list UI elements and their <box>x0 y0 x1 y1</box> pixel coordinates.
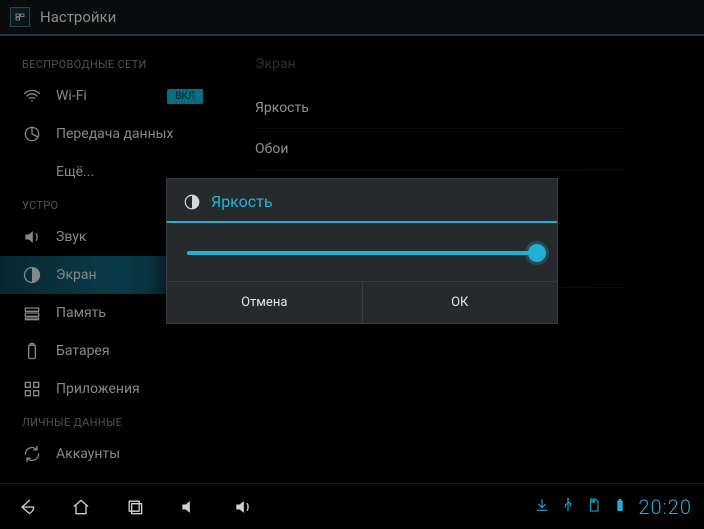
brightness-icon <box>183 193 201 211</box>
slider-thumb[interactable] <box>528 244 546 262</box>
brightness-slider[interactable] <box>187 251 537 255</box>
back-button[interactable] <box>0 484 54 529</box>
system-navbar: 20:20 <box>0 483 704 529</box>
download-icon <box>534 497 550 517</box>
dialog-body <box>167 223 557 281</box>
cancel-button[interactable]: Отмена <box>167 282 362 323</box>
dialog-overlay[interactable]: Яркость Отмена ОК <box>0 0 704 529</box>
ok-button[interactable]: ОК <box>362 282 558 323</box>
home-button[interactable] <box>54 484 108 529</box>
volume-up-button[interactable] <box>216 484 270 529</box>
brightness-dialog: Яркость Отмена ОК <box>166 178 558 324</box>
volume-down-button[interactable] <box>162 484 216 529</box>
dialog-title: Яркость <box>211 192 273 211</box>
screen: Настройки БЕСПРОВОДНЫЕ СЕТИ Wi-Fi ВКЛ Пе… <box>0 0 704 529</box>
battery-status-icon <box>612 497 628 517</box>
dialog-buttons: Отмена ОК <box>167 281 557 323</box>
status-tray[interactable]: 20:20 <box>534 495 704 519</box>
sdcard-icon <box>586 497 602 517</box>
usb-icon <box>560 497 576 517</box>
recents-button[interactable] <box>108 484 162 529</box>
dialog-header: Яркость <box>167 179 557 223</box>
slider-fill <box>187 251 537 255</box>
clock: 20:20 <box>638 495 692 519</box>
